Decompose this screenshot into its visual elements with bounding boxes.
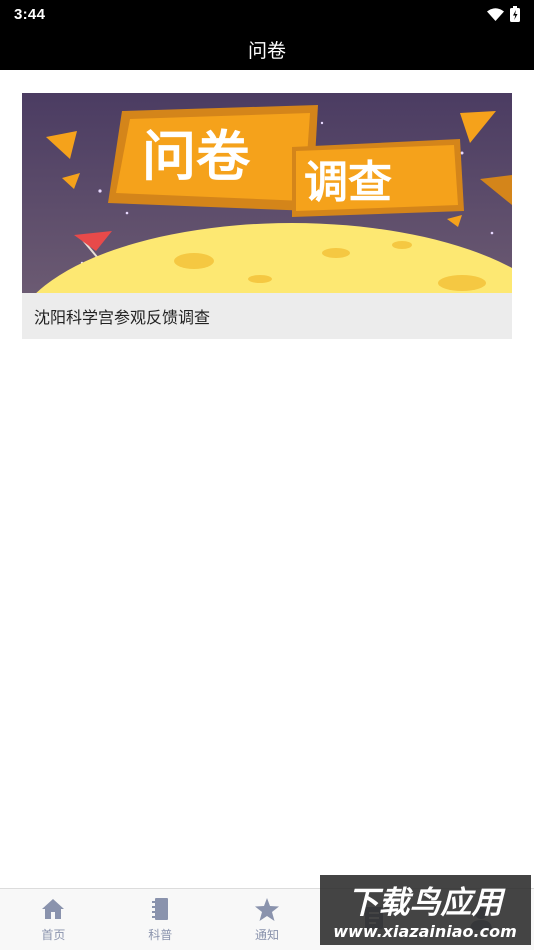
tab-home-label: 首页 — [41, 928, 66, 942]
page-title: 问卷 — [247, 39, 286, 62]
survey-title: 沈阳科学宫参观反馈调查 — [34, 308, 211, 327]
watermark-url: www.xiazainiao.com — [333, 922, 516, 941]
star-icon — [254, 896, 279, 922]
app-bar: 问卷 — [0, 28, 534, 70]
tab-science[interactable]: 科普 — [107, 889, 214, 950]
wifi-icon — [487, 7, 504, 21]
tab-notice[interactable]: 通知 — [214, 889, 321, 950]
tab-home[interactable]: 首页 — [0, 889, 107, 950]
home-icon — [41, 896, 65, 922]
status-bar: 3:44 — [0, 0, 534, 28]
survey-card[interactable]: 问卷 调查 沈阳科学宫参观反馈调查 — [22, 93, 512, 339]
banner-text-2: 调查 — [304, 157, 392, 208]
notebook-icon — [150, 896, 170, 922]
status-time: 3:44 — [14, 5, 46, 23]
watermark-title: 下载鸟应用 — [348, 885, 507, 921]
tab-science-label: 科普 — [148, 928, 173, 942]
tab-notice-label: 通知 — [254, 928, 279, 942]
survey-banner-image: 问卷 调查 — [22, 93, 512, 293]
watermark-logo: 下载鸟应用 www.xiazainiao.com — [320, 875, 531, 945]
status-icons — [487, 6, 520, 22]
banner-text-1: 问卷 — [142, 125, 251, 188]
battery-icon — [510, 6, 520, 22]
